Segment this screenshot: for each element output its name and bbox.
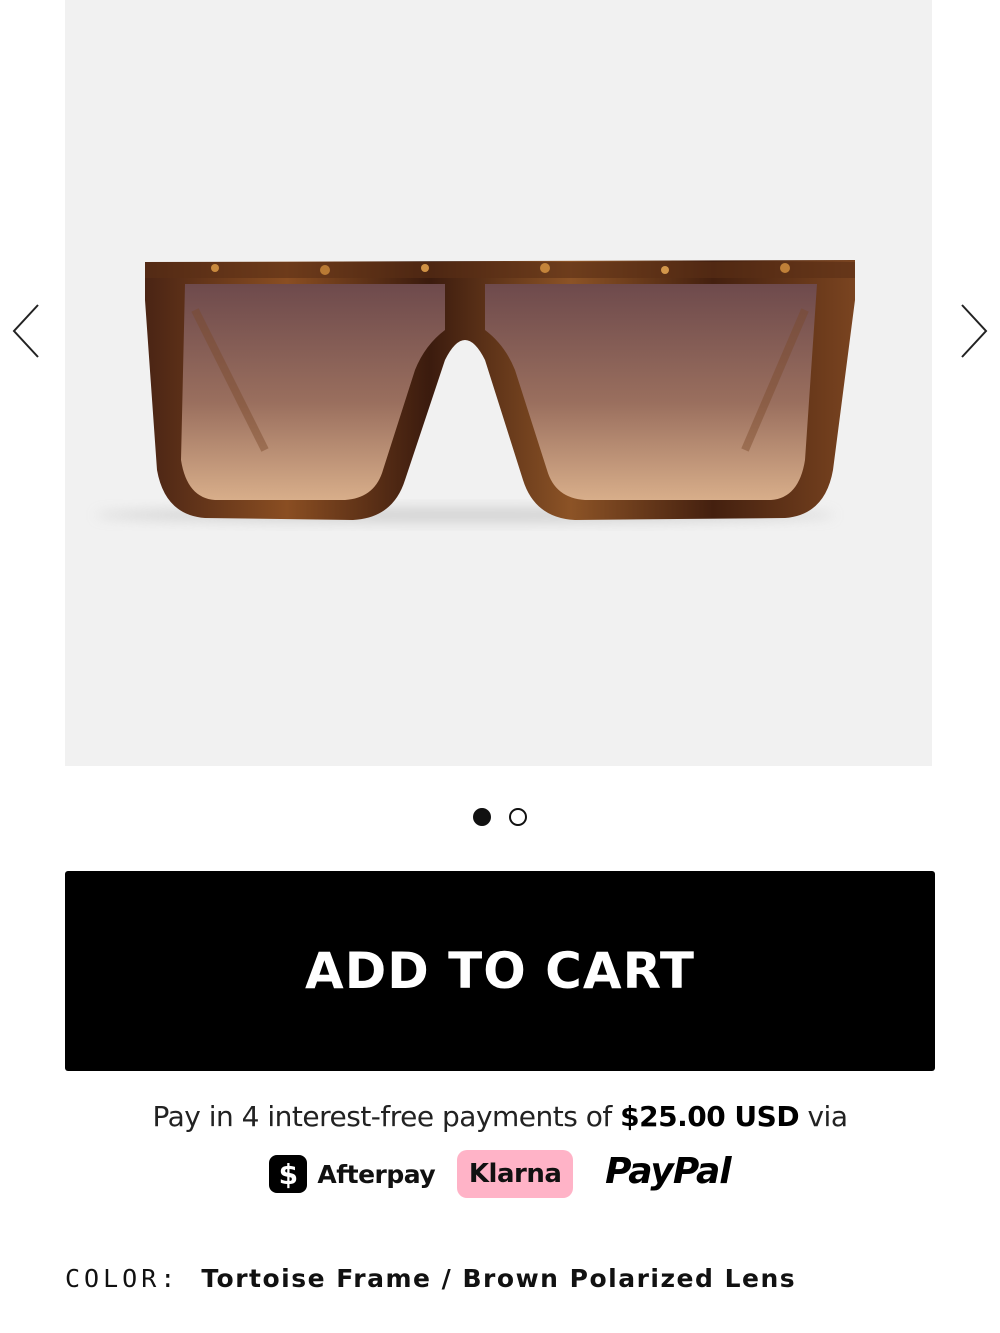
chevron-left-icon <box>12 304 39 358</box>
color-label: COLOR: <box>65 1264 180 1293</box>
afterpay-icon: $ <box>269 1155 308 1193</box>
carousel-dot-1[interactable] <box>473 808 491 826</box>
installment-message: Pay in 4 interest-free payments of $25.0… <box>0 1100 1000 1133</box>
color-selection: COLOR: Tortoise Frame / Brown Polarized L… <box>65 1264 796 1293</box>
carousel-dot-2[interactable] <box>509 808 527 826</box>
afterpay-option[interactable]: $ Afterpay <box>269 1155 436 1193</box>
product-image-gallery[interactable] <box>65 0 932 766</box>
next-image-button[interactable] <box>954 300 994 362</box>
paypal-logo[interactable]: PayPal <box>605 1151 731 1192</box>
klarna-logo[interactable]: Klarna <box>457 1150 574 1198</box>
carousel-dots <box>0 808 1000 826</box>
afterpay-label: Afterpay <box>317 1159 436 1189</box>
add-to-cart-button[interactable]: ADD TO CART <box>65 871 935 1071</box>
installment-amount: $25.00 USD <box>620 1100 800 1133</box>
chevron-right-icon <box>961 304 988 358</box>
payment-providers: $ Afterpay Klarna PayPal <box>0 1150 1000 1198</box>
color-value: Tortoise Frame / Brown Polarized Lens <box>201 1264 797 1293</box>
installment-suffix: via <box>799 1100 848 1133</box>
previous-image-button[interactable] <box>6 300 46 362</box>
installment-prefix: Pay in 4 interest-free payments of <box>152 1100 621 1133</box>
sunglasses-image <box>95 260 855 523</box>
